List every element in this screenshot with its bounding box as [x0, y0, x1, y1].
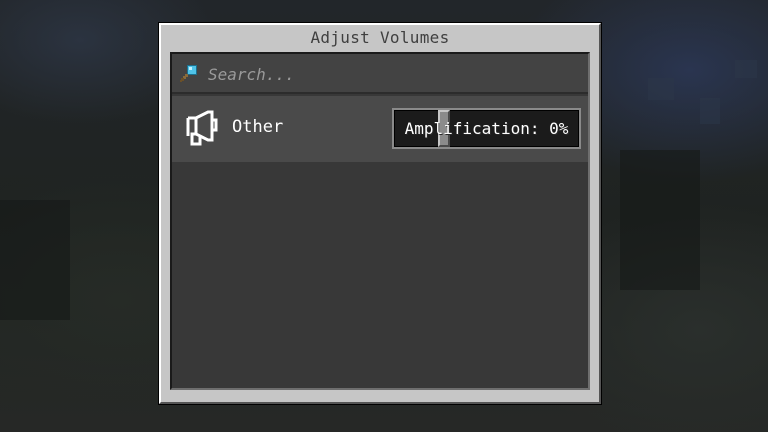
slider-track — [394, 110, 579, 147]
search-bar — [172, 54, 588, 94]
background-leaf-block — [700, 98, 720, 124]
entry-label-other: Other — [232, 117, 284, 137]
slider-handle[interactable] — [438, 110, 450, 147]
amplification-slider[interactable]: Amplification: 0% — [392, 108, 581, 149]
background-leaf-block — [648, 78, 674, 100]
volume-list-panel: Other Amplification: 0% — [170, 52, 590, 390]
search-input[interactable] — [208, 62, 568, 86]
game-screen: Adjust Volumes Other — [0, 0, 768, 432]
megaphone-icon — [186, 110, 218, 146]
volume-entry-row: Other Amplification: 0% — [172, 96, 588, 162]
adjust-volumes-window: Adjust Volumes Other — [158, 22, 602, 405]
background-leaf-block — [735, 60, 757, 78]
magnifying-glass-icon — [180, 65, 197, 82]
background-tree-shadow — [620, 150, 700, 290]
window-title: Adjust Volumes — [310, 28, 450, 47]
background-tree-shadow — [0, 200, 70, 320]
